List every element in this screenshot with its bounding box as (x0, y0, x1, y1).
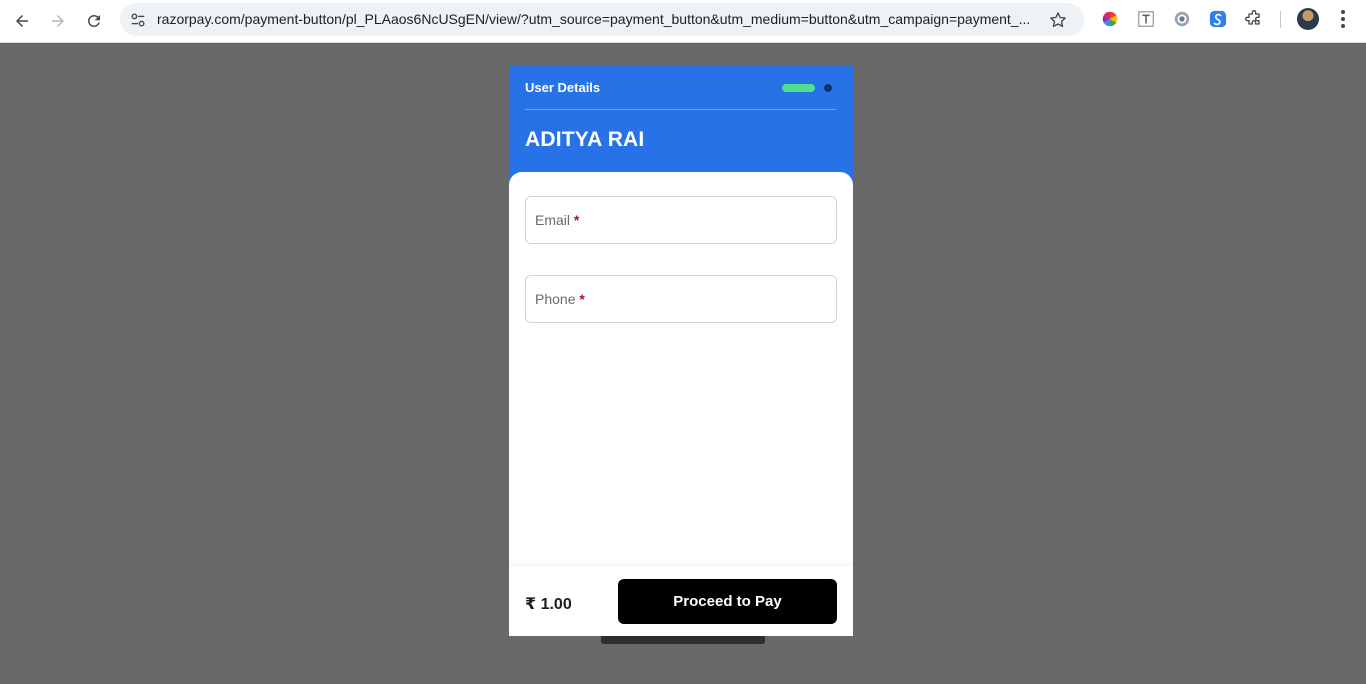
active-step-indicator (782, 84, 815, 92)
back-button[interactable] (6, 5, 38, 37)
step-label: User Details (525, 80, 601, 95)
circle-extension-icon[interactable] (1172, 9, 1192, 29)
header-divider (525, 109, 836, 110)
star-icon[interactable] (1048, 10, 1068, 30)
email-input[interactable] (526, 197, 836, 243)
phone-input[interactable] (526, 276, 836, 322)
s-swirl-extension-icon[interactable] (1208, 9, 1228, 29)
text-t-extension-icon[interactable] (1136, 9, 1156, 29)
email-field[interactable]: Email * (525, 196, 837, 244)
phone-field[interactable]: Phone * (525, 275, 837, 323)
modal-footer: ₹ 1.00 Proceed to Pay (509, 566, 853, 636)
color-wheel-extension-icon[interactable] (1100, 9, 1120, 29)
profile-avatar[interactable] (1297, 8, 1319, 30)
toolbar-divider (1280, 11, 1281, 28)
payment-modal: User Details ADITYA RAI Email * Phone * … (509, 65, 853, 636)
browser-toolbar: razorpay.com/payment-button/pl_PLAaos6Nc… (0, 0, 1366, 43)
proceed-to-pay-button[interactable]: Proceed to Pay (618, 579, 837, 624)
site-settings-icon[interactable] (128, 10, 148, 30)
kebab-menu-icon[interactable] (1333, 9, 1353, 29)
payment-amount: ₹ 1.00 (525, 596, 572, 613)
modal-header: User Details ADITYA RAI (509, 65, 853, 185)
arrow-left-icon (16, 15, 28, 27)
reload-icon (87, 14, 100, 27)
url-text[interactable]: razorpay.com/payment-button/pl_PLAaos6Nc… (157, 11, 1039, 27)
puzzle-piece-icon[interactable] (1244, 9, 1264, 29)
address-bar[interactable]: razorpay.com/payment-button/pl_PLAaos6Nc… (120, 3, 1084, 36)
merchant-name: ADITYA RAI (525, 128, 645, 151)
reload-button[interactable] (78, 5, 110, 37)
forward-button[interactable] (42, 5, 74, 37)
inactive-step-indicator (824, 84, 832, 92)
arrow-right-icon (52, 15, 64, 27)
